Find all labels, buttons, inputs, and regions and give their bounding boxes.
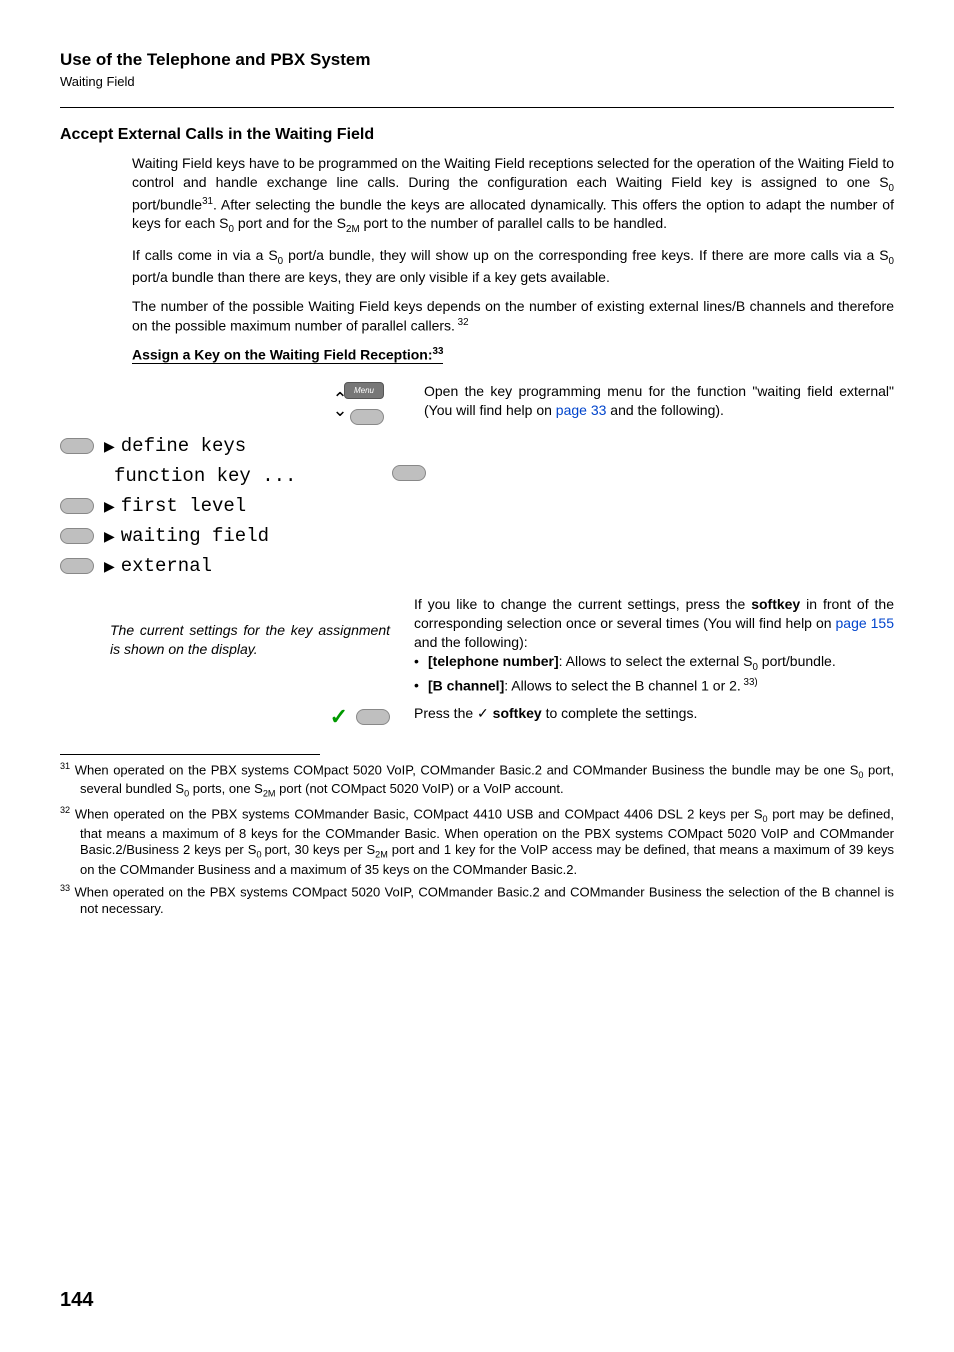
bullet1-text-a: : Allows to select the external S: [559, 653, 753, 669]
menu-arrow-icon: ▶: [94, 528, 117, 545]
header-subtitle: Waiting Field: [60, 74, 894, 89]
softkey-oval[interactable]: [60, 498, 94, 514]
menu-external: external: [117, 555, 212, 577]
press-text: Press the ✓ softkey to complete the sett…: [390, 704, 894, 723]
menu-row-waiting: ▶ waiting field: [60, 525, 894, 547]
f33-text: When operated on the PBX systems COMpact…: [74, 884, 894, 916]
f31-c: ports, one S: [189, 781, 263, 796]
menu-row-function: function key ...: [60, 465, 894, 487]
f32-a: When operated on the PBX systems COMmand…: [75, 806, 763, 821]
menu-row-define: ▶ define keys: [60, 435, 894, 457]
check-inline-icon: ✓: [477, 705, 493, 721]
menu-button-label: Menu: [354, 386, 374, 395]
bullet1-text-b: port/bundle.: [758, 653, 836, 669]
f32-c: port, 30 keys per S: [264, 842, 375, 857]
step-open-b: and the following).: [606, 402, 724, 418]
bullet2-text: : Allows to select the B channel 1 or 2.: [504, 678, 741, 694]
subheading-text: Assign a Key on the Waiting Field Recept…: [132, 346, 433, 362]
para1-text-a: Waiting Field keys have to be programmed…: [132, 155, 894, 190]
f31-a: When operated on the PBX systems COMpact…: [75, 762, 859, 777]
press-a: Press the: [414, 705, 477, 721]
settings-a: If you like to change the current settin…: [414, 596, 751, 612]
menu-arrow-icon: ▶: [94, 498, 117, 515]
bullet-b-channel: [B channel]: Allows to select the B chan…: [414, 676, 894, 696]
settings-bold-softkey: softkey: [751, 596, 800, 612]
press-bold: softkey: [493, 705, 542, 721]
bullet-telephone-number: [telephone number]: Allows to select the…: [414, 652, 894, 674]
check-icon: ✓: [330, 704, 352, 730]
italic-note: The current settings for the key assignm…: [110, 621, 390, 659]
footnote-divider: [60, 754, 320, 755]
softkey-oval[interactable]: [60, 558, 94, 574]
step-open-menu: Menu ⌃⌄ Open the key programming menu fo…: [60, 382, 894, 425]
header-divider: [60, 107, 894, 108]
body-paragraph-3: The number of the possible Waiting Field…: [132, 297, 894, 335]
para2-text-a: If calls come in via a S: [132, 247, 278, 263]
menu-first-level: first level: [117, 495, 246, 517]
para2-text-c: port/a bundle than there are keys, they …: [132, 269, 610, 285]
menu-button[interactable]: Menu: [344, 382, 384, 399]
page-number: 144: [60, 1289, 93, 1312]
para3-text-a: The number of the possible Waiting Field…: [132, 298, 894, 334]
page-155-link[interactable]: page 155: [836, 615, 894, 631]
step-open-text: Open the key programming menu for the fu…: [400, 382, 894, 420]
footnote-32: 32 When operated on the PBX systems COMm…: [60, 805, 894, 879]
page-header: Use of the Telephone and PBX System Wait…: [60, 50, 894, 89]
bullet2-bold: [B channel]: [428, 678, 504, 694]
page-33-link[interactable]: page 33: [556, 402, 607, 418]
settings-bullets: [telephone number]: Allows to select the…: [414, 652, 894, 696]
settings-c: and the following):: [414, 634, 528, 650]
step-settings: The current settings for the key assignm…: [60, 595, 894, 697]
footnote-31: 31 When operated on the PBX systems COMp…: [60, 761, 894, 801]
menu-row-first: ▶ first level: [60, 495, 894, 517]
menu-row-external: ▶ external: [60, 555, 894, 577]
body-paragraph-2: If calls come in via a S0 port/a bundle,…: [132, 246, 894, 287]
body-paragraph-1: Waiting Field keys have to be programmed…: [132, 154, 894, 236]
f31-d: port (not COMpact 5020 VoIP) or a VoIP a…: [276, 781, 564, 796]
menu-waiting-field: waiting field: [117, 525, 269, 547]
para1-text-e: port to the number of parallel calls to …: [360, 215, 667, 231]
para2-text-b: port/a bundle, they will show up on the …: [283, 247, 888, 263]
menu-function-key: function key ...: [110, 465, 296, 487]
footnote-33: 33 When operated on the PBX systems COMp…: [60, 883, 894, 918]
settings-text: If you like to change the current settin…: [390, 595, 894, 697]
step-press-softkey: ✓ Press the ✓ softkey to complete the se…: [60, 704, 894, 730]
softkey-oval[interactable]: [60, 438, 94, 454]
softkey-oval[interactable]: [356, 709, 390, 725]
softkey-oval[interactable]: [60, 528, 94, 544]
menu-define-keys: define keys: [117, 435, 246, 457]
para1-text-b: port/bundle: [132, 197, 202, 213]
subheading: Assign a Key on the Waiting Field Recept…: [132, 346, 443, 365]
para1-text-d: port and for the S: [234, 215, 346, 231]
up-down-icon: ⌃⌄: [330, 394, 350, 416]
section-heading: Accept External Calls in the Waiting Fie…: [60, 126, 894, 144]
header-title: Use of the Telephone and PBX System: [60, 50, 894, 70]
press-b: to complete the settings.: [542, 705, 698, 721]
softkey-oval[interactable]: [350, 409, 384, 425]
menu-arrow-icon: ▶: [94, 438, 117, 455]
bullet1-bold: [telephone number]: [428, 653, 559, 669]
menu-arrow-icon: ▶: [94, 558, 117, 575]
softkey-oval[interactable]: [392, 465, 426, 481]
